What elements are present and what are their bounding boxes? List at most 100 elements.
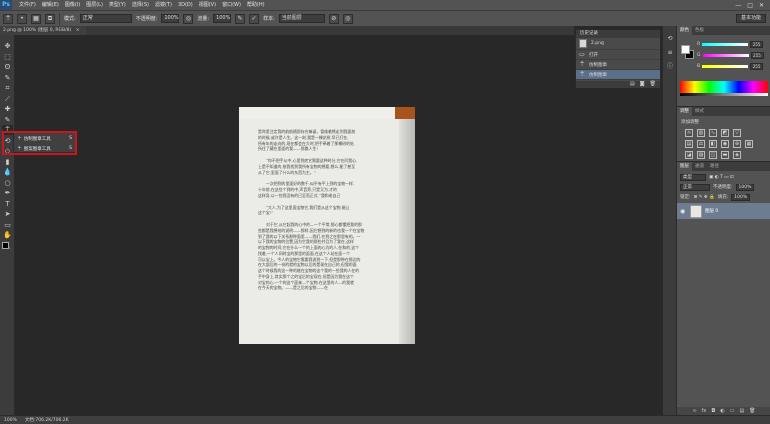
crop-tool-icon[interactable]: ⌗: [2, 83, 13, 93]
red-track[interactable]: [702, 42, 749, 46]
mode-select[interactable]: 正常: [79, 14, 132, 23]
zoom-level[interactable]: 100%: [4, 418, 17, 423]
marquee-tool-icon[interactable]: ⬚: [2, 52, 13, 62]
clone-source-panel-icon[interactable]: ⧉: [45, 13, 55, 24]
blur-tool-icon[interactable]: 💧: [2, 167, 13, 177]
curves-icon[interactable]: ∿: [709, 129, 717, 137]
flow-input[interactable]: 100%: [213, 14, 232, 23]
history-step[interactable]: ⍑ 仿制图章: [576, 60, 660, 70]
layer-opacity-input[interactable]: 100%: [735, 183, 755, 191]
link-icon[interactable]: ∞: [692, 407, 696, 415]
photo-filter-icon[interactable]: ◉: [721, 140, 729, 148]
hue-saturation-icon[interactable]: ▤: [685, 140, 693, 148]
menu-item[interactable]: 文件(F): [16, 0, 39, 10]
properties-panel-icon[interactable]: ≡: [665, 48, 675, 58]
menu-item[interactable]: 类型(Y): [106, 0, 129, 10]
levels-icon[interactable]: ▥: [697, 129, 705, 137]
airbrush-icon[interactable]: ✎: [235, 13, 246, 24]
lasso-tool-icon[interactable]: ʘ: [2, 62, 13, 72]
history-step[interactable]: ▭ 打开: [576, 50, 660, 60]
menu-item[interactable]: 选择(S): [129, 0, 152, 10]
vibrance-icon[interactable]: ▽: [733, 129, 741, 137]
trash-icon[interactable]: 🗑: [650, 81, 656, 88]
foreground-color-swatch[interactable]: [2, 242, 9, 249]
aligned-checkbox[interactable]: ✓: [249, 13, 260, 24]
tab-adjustments[interactable]: 调整: [677, 107, 692, 116]
red-value[interactable]: 255: [750, 40, 764, 48]
trash-icon[interactable]: 🗑: [749, 407, 755, 415]
layer-name[interactable]: 图层 0: [705, 208, 718, 214]
tab-color[interactable]: 颜色: [677, 26, 692, 35]
healing-brush-tool-icon[interactable]: ✚: [2, 104, 13, 114]
pressure-size-icon[interactable]: ◎: [342, 13, 353, 24]
history-snapshot[interactable]: 2.png: [576, 38, 660, 50]
blue-value[interactable]: 255: [750, 62, 764, 70]
grayscale-ramp[interactable]: [680, 93, 768, 96]
lock-icons[interactable]: ⊞ ✎ ✥ 🔒: [694, 195, 715, 200]
ignore-adjustment-icon[interactable]: ⊘: [328, 13, 339, 24]
foreground-swatch[interactable]: [681, 45, 690, 54]
document-image[interactable]: 是命里注定我的韵韵随即存在嘛诞，冒维着熊走到我面前 的时候,或许是人生。这一刻,我…: [239, 107, 415, 344]
workspace-select[interactable]: 基本功能: [735, 14, 766, 23]
menu-item[interactable]: 图层(L): [83, 0, 106, 10]
tab-swatches[interactable]: 色板: [692, 26, 707, 35]
clone-stamp-preset-icon[interactable]: ⍑: [3, 13, 13, 24]
layer-row[interactable]: ◉ 图层 0: [677, 203, 770, 219]
move-tool-icon[interactable]: ✥: [2, 41, 13, 51]
minimize-icon[interactable]: —: [735, 2, 741, 9]
filter-icons[interactable]: ▣ ◐ T ▭ ⊡: [709, 175, 734, 180]
layer-kind-select[interactable]: 类型: [680, 173, 706, 181]
brush-size-icon[interactable]: •: [17, 13, 27, 24]
history-step-active[interactable]: ⍑ 仿制图章: [576, 70, 660, 80]
posterize-icon[interactable]: ▨: [697, 151, 705, 159]
tab-channels[interactable]: 通道: [692, 162, 707, 171]
gradient-map-icon[interactable]: ▬: [721, 151, 729, 159]
color-spectrum[interactable]: [680, 81, 768, 93]
type-tool-icon[interactable]: T: [2, 199, 13, 209]
history-panel-icon[interactable]: ⟲: [665, 34, 675, 44]
blue-track[interactable]: [702, 64, 749, 68]
menu-item[interactable]: 3D(D): [175, 0, 196, 10]
camera-icon[interactable]: ◙: [640, 81, 645, 88]
menu-item[interactable]: 滤镜(T): [152, 0, 175, 10]
close-icon[interactable]: ✕: [759, 2, 764, 9]
blue-slider[interactable]: B 255: [697, 62, 769, 70]
quick-select-tool-icon[interactable]: ✎: [2, 73, 13, 83]
gradient-tool-icon[interactable]: ▮: [2, 157, 13, 167]
menu-item[interactable]: 视图(V): [196, 0, 219, 10]
opacity-input[interactable]: 100%: [161, 14, 180, 23]
pressure-opacity-icon[interactable]: ◎: [183, 13, 194, 24]
tab-styles[interactable]: 样式: [692, 107, 707, 116]
path-select-tool-icon[interactable]: ➤: [2, 209, 13, 219]
color-lookup-icon[interactable]: ▦: [745, 140, 753, 148]
green-slider[interactable]: G 255: [697, 51, 769, 59]
new-layer-icon[interactable]: ▤: [739, 407, 744, 415]
fx-icon[interactable]: fx: [702, 407, 707, 415]
sample-select[interactable]: 当前图层: [278, 14, 325, 23]
dodge-tool-icon[interactable]: ○: [2, 178, 13, 188]
eyedropper-tool-icon[interactable]: ⟋: [2, 94, 13, 104]
brightness-icon[interactable]: ☼: [685, 129, 693, 137]
maximize-icon[interactable]: □: [747, 2, 753, 9]
menu-item[interactable]: 帮助(H): [244, 0, 268, 10]
adjustment-layer-icon[interactable]: ◐: [720, 407, 724, 415]
brush-tool-icon[interactable]: ✎: [2, 115, 13, 125]
black-white-icon[interactable]: ◧: [709, 140, 717, 148]
red-slider[interactable]: R 255: [697, 40, 769, 48]
new-document-icon[interactable]: ▤: [630, 81, 635, 88]
channel-mixer-icon[interactable]: ⊕: [733, 140, 741, 148]
fill-input[interactable]: 100%: [731, 193, 751, 201]
document-tab[interactable]: 2.png @ 100% (图层 0, RGB/8) ×: [0, 26, 86, 35]
menu-item[interactable]: 窗口(W): [219, 0, 244, 10]
exposure-icon[interactable]: ◩: [721, 129, 729, 137]
rectangle-tool-icon[interactable]: ▭: [2, 220, 13, 230]
close-tab-icon[interactable]: ×: [76, 28, 80, 33]
info-panel-icon[interactable]: ⓘ: [665, 62, 675, 72]
green-value[interactable]: 255: [750, 51, 764, 59]
tab-paths[interactable]: 路径: [707, 162, 722, 171]
menu-item[interactable]: 编辑(E): [39, 0, 62, 10]
menu-item[interactable]: 图像(I): [62, 0, 83, 10]
toggle-brush-panel-icon[interactable]: ▦: [31, 13, 41, 24]
color-balance-icon[interactable]: ⚖: [697, 140, 705, 148]
blend-mode-select[interactable]: 正常: [680, 183, 710, 191]
